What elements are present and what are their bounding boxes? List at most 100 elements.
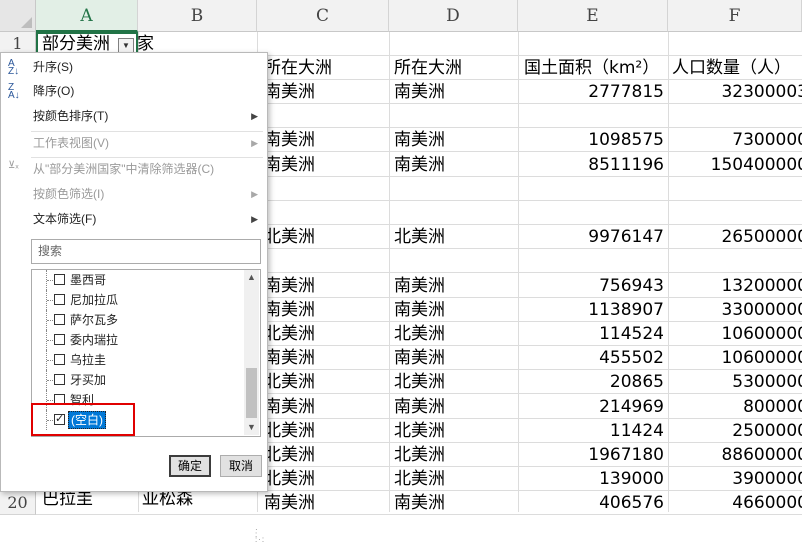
cell-c: 北美洲 xyxy=(264,372,315,392)
cell-e: 114524 xyxy=(599,324,664,344)
cell-c: 南美洲 xyxy=(264,276,315,296)
scroll-up-icon[interactable]: ▲ xyxy=(244,270,259,285)
cell-e: 455502 xyxy=(599,348,664,368)
menu-filter-by-color: 按颜色筛选(I) ▶ xyxy=(1,182,267,206)
menu-text-filter[interactable]: 文本筛选(F) ▶ xyxy=(1,207,267,231)
scrollbar-thumb[interactable] xyxy=(246,368,257,418)
filter-search-input[interactable]: 搜索 xyxy=(31,239,261,264)
tree-line xyxy=(47,280,53,282)
cell-e: 20865 xyxy=(609,372,664,392)
menu-clear-filter: ⊻ₓ 从"部分美洲国家"中清除筛选器(C) xyxy=(8,160,215,177)
cell-d: 北美洲 xyxy=(394,372,445,392)
cell-f: 88600000 xyxy=(721,445,802,465)
cell-f: 4660000 xyxy=(732,493,802,513)
tree-line xyxy=(47,380,53,382)
filter-list-item[interactable]: 乌拉圭 xyxy=(32,350,242,370)
column-header-a[interactable]: A xyxy=(36,0,138,32)
cell-d: 北美洲 xyxy=(394,421,445,441)
cell-d: 北美洲 xyxy=(394,445,445,465)
cell-e: 9976147 xyxy=(588,227,664,247)
cell-e2: 国土面积（km²） xyxy=(524,58,660,78)
cell-c: 北美洲 xyxy=(264,421,315,441)
clear-filter-icon: ⊻ₓ xyxy=(8,160,19,171)
cell-c: 南美洲 xyxy=(264,82,315,102)
resize-grip-icon[interactable]: · ::·: xyxy=(255,526,265,544)
checkbox-icon[interactable] xyxy=(54,354,65,365)
menu-sheet-view: 工作表视图(V) ▶ xyxy=(1,131,267,155)
submenu-arrow-icon: ▶ xyxy=(251,214,258,224)
filter-list-scrollbar[interactable]: ▲ ▼ xyxy=(244,270,259,435)
cell-f: 5300000 xyxy=(732,372,802,392)
column-header-f[interactable]: F xyxy=(668,0,802,32)
cell-d: 北美洲 xyxy=(394,324,445,344)
cell-d: 南美洲 xyxy=(394,300,445,320)
filter-list-item[interactable]: 萨尔瓦多 xyxy=(32,310,242,330)
filter-item-label: 墨西哥 xyxy=(70,273,107,287)
select-all-corner[interactable] xyxy=(0,0,36,32)
cell-c: 北美洲 xyxy=(264,445,315,465)
cell-d: 南美洲 xyxy=(394,348,445,368)
submenu-arrow-icon: ▶ xyxy=(251,111,258,121)
ok-button[interactable]: 确定 xyxy=(169,455,211,477)
menu-sort-ascending[interactable]: A Z↓ 升序(S) xyxy=(1,55,267,79)
cell-f2: 人口数量（人） xyxy=(672,58,791,78)
menu-sort-by-color[interactable]: 按颜色排序(T) ▶ xyxy=(1,104,267,128)
cancel-button[interactable]: 取消 xyxy=(220,455,262,477)
cell-f: 10600000 xyxy=(721,348,802,368)
cell-d: 北美洲 xyxy=(394,469,445,489)
cell-f: 7300000 xyxy=(732,130,802,150)
highlight-annotation xyxy=(31,403,135,436)
cell-d: 南美洲 xyxy=(394,397,445,417)
cell-e: 139000 xyxy=(599,469,664,489)
cell-c: 北美洲 xyxy=(264,324,315,344)
cell-f: 3900000 xyxy=(732,469,802,489)
tree-line xyxy=(47,400,53,402)
cell-e: 11424 xyxy=(609,421,664,441)
filter-list-item[interactable]: 牙买加 xyxy=(32,370,242,390)
sort-ascending-icon: A Z↓ xyxy=(8,58,20,77)
checkbox-icon[interactable] xyxy=(54,294,65,305)
cell-c: 北美洲 xyxy=(264,227,315,247)
filter-item-label: 乌拉圭 xyxy=(70,353,107,367)
filter-list-item[interactable]: 墨西哥 xyxy=(32,270,242,290)
cell-e: 756943 xyxy=(599,276,664,296)
column-header-d[interactable]: D xyxy=(389,0,518,32)
sort-descending-icon: Z A↓ xyxy=(8,82,20,101)
filter-list-item[interactable]: 尼加拉瓜 xyxy=(32,290,242,310)
cell-d2: 所在大洲 xyxy=(394,58,462,78)
filter-item-label: 尼加拉瓜 xyxy=(70,293,119,307)
menu-sort-descending[interactable]: Z A↓ 降序(O) xyxy=(1,79,267,103)
cell-f: 800000 xyxy=(743,397,802,417)
cell-c2: 所在大洲 xyxy=(264,58,332,78)
cell-c: 南美洲 xyxy=(264,155,315,175)
checkbox-icon[interactable] xyxy=(54,314,65,325)
cell-f: 13200000 xyxy=(721,276,802,296)
cell-e: 1967180 xyxy=(588,445,664,465)
cell-e: 406576 xyxy=(599,493,664,513)
cell-d: 北美洲 xyxy=(394,227,445,247)
row-header-20[interactable]: 20 xyxy=(0,491,36,515)
tree-line xyxy=(47,300,53,302)
cell-d: 南美洲 xyxy=(394,155,445,175)
filter-item-label: 委内瑞拉 xyxy=(70,333,119,347)
column-header-e[interactable]: E xyxy=(518,0,668,32)
tree-line xyxy=(47,360,53,362)
filter-item-label: 萨尔瓦多 xyxy=(70,313,119,327)
checkbox-icon[interactable] xyxy=(54,274,65,285)
cell-f: 26500000 xyxy=(721,227,802,247)
cell-f: 32300003 xyxy=(721,82,802,102)
cell-c: 南美洲 xyxy=(264,300,315,320)
cell-e: 2777815 xyxy=(588,82,664,102)
scroll-down-icon[interactable]: ▼ xyxy=(244,420,259,435)
filter-item-label: 牙买加 xyxy=(70,373,107,387)
cell-c: 南美洲 xyxy=(264,348,315,368)
cell-d: 南美洲 xyxy=(394,276,445,296)
checkbox-icon[interactable] xyxy=(54,374,65,385)
column-header-c[interactable]: C xyxy=(257,0,389,32)
cell-c: 南美洲 xyxy=(264,397,315,417)
checkbox-icon[interactable] xyxy=(54,334,65,345)
filter-list-item[interactable]: 委内瑞拉 xyxy=(32,330,242,350)
column-header-b[interactable]: B xyxy=(138,0,257,32)
cell-d: 南美洲 xyxy=(394,130,445,150)
submenu-arrow-icon: ▶ xyxy=(251,138,258,148)
